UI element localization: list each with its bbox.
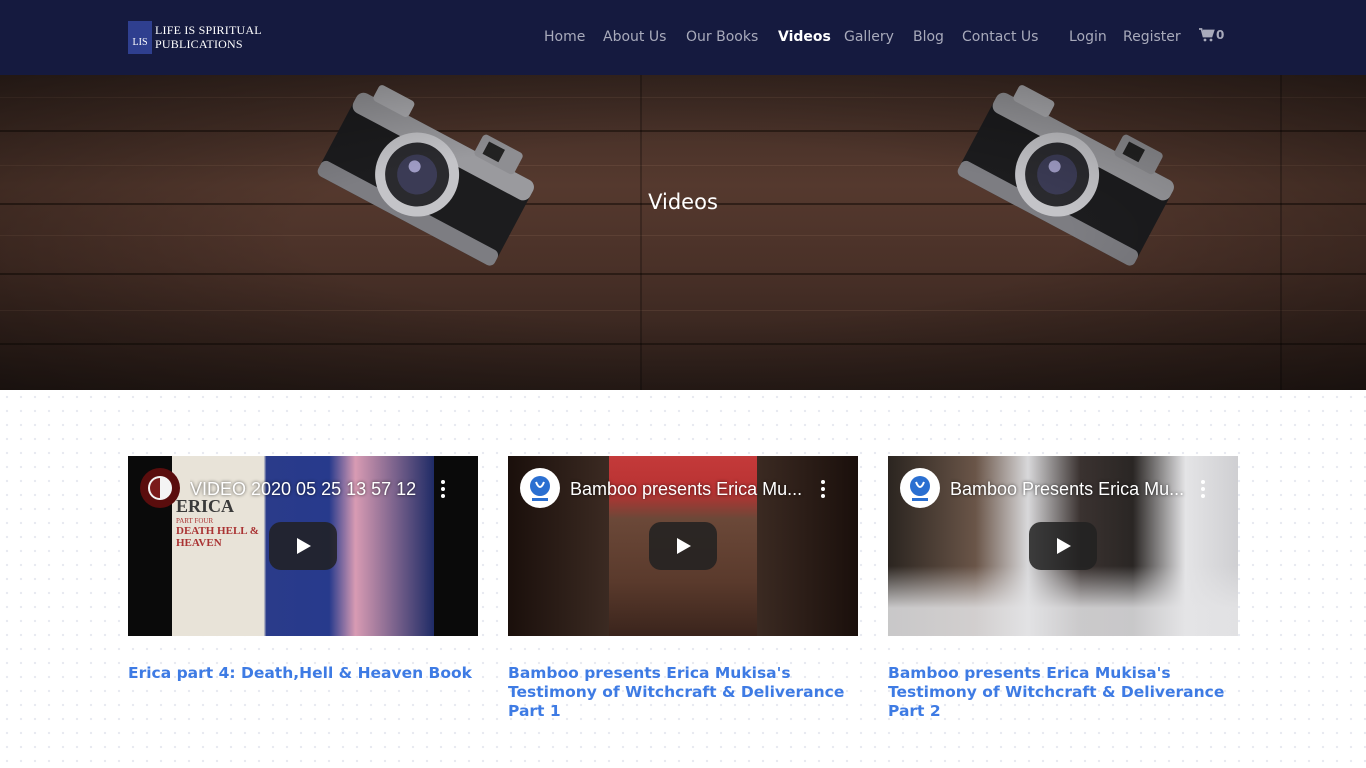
book-words: DEATH HELL & HEAVEN: [176, 525, 259, 549]
video-card: Bamboo Presents Erica Mu... Bamboo prese…: [888, 456, 1238, 721]
play-icon: [297, 538, 311, 554]
channel-avatar[interactable]: [900, 468, 940, 508]
video-caption-link[interactable]: Bamboo presents Erica Mukisa's Testimony…: [508, 664, 858, 721]
thumbnail-shade: [888, 566, 1238, 636]
nav-register[interactable]: Register: [1123, 26, 1181, 48]
shopping-cart-icon: [1199, 28, 1215, 42]
video-title[interactable]: Bamboo Presents Erica Mu...: [950, 478, 1190, 500]
video-player[interactable]: ERICA PART FOUR DEATH HELL & HEAVEN VIDE…: [128, 456, 478, 636]
video-card: Bamboo presents Erica Mu... Bamboo prese…: [508, 456, 858, 721]
more-options-icon[interactable]: [820, 480, 826, 498]
video-player[interactable]: Bamboo presents Erica Mu...: [508, 456, 858, 636]
logo-text: LIFE IS SPIRITUAL PUBLICATIONS: [155, 23, 262, 51]
nav-login[interactable]: Login: [1069, 26, 1107, 48]
logo-line-2: PUBLICATIONS: [155, 37, 243, 51]
logo-mark: LIS: [128, 20, 152, 54]
page-title: Videos: [648, 190, 718, 214]
video-card: ERICA PART FOUR DEATH HELL & HEAVEN VIDE…: [128, 456, 478, 683]
nav-videos[interactable]: Videos: [778, 26, 831, 48]
page-hero: Videos: [0, 75, 1366, 390]
channel-avatar[interactable]: [140, 468, 180, 508]
play-icon: [677, 538, 691, 554]
nav-about-us[interactable]: About Us: [603, 26, 666, 48]
video-title[interactable]: VIDEO 2020 05 25 13 57 12: [190, 478, 430, 500]
videos-section: ERICA PART FOUR DEATH HELL & HEAVEN VIDE…: [0, 390, 1366, 768]
play-icon: [1057, 538, 1071, 554]
cart-button[interactable]: 0: [1199, 28, 1224, 42]
channel-avatar[interactable]: [520, 468, 560, 508]
book-cover: ERICA PART FOUR DEATH HELL & HEAVEN: [176, 496, 264, 549]
video-player[interactable]: Bamboo Presents Erica Mu...: [888, 456, 1238, 636]
nav-gallery[interactable]: Gallery: [844, 26, 894, 48]
logo-line-1: LIFE IS SPIRITUAL: [155, 23, 262, 37]
site-header: LIS LIFE IS SPIRITUAL PUBLICATIONS Home …: [0, 0, 1366, 75]
channel-avatar-icon: [148, 476, 172, 500]
play-button[interactable]: [649, 522, 717, 570]
nav-contact-us[interactable]: Contact Us: [962, 26, 1038, 48]
world-share-logo-icon: [530, 476, 550, 501]
more-options-icon[interactable]: [440, 480, 446, 498]
nav-our-books[interactable]: Our Books: [686, 26, 758, 48]
nav-home[interactable]: Home: [544, 26, 585, 48]
more-options-icon[interactable]: [1200, 480, 1206, 498]
hero-vignette: [0, 75, 1366, 390]
book-subtitle: PART FOUR: [176, 517, 214, 525]
cart-count: 0: [1216, 28, 1225, 42]
video-title[interactable]: Bamboo presents Erica Mu...: [570, 478, 810, 500]
video-caption-link[interactable]: Bamboo presents Erica Mukisa's Testimony…: [888, 664, 1238, 721]
world-share-logo-icon: [910, 476, 930, 501]
site-logo[interactable]: LIS LIFE IS SPIRITUAL PUBLICATIONS: [128, 20, 262, 54]
play-button[interactable]: [269, 522, 337, 570]
nav-blog[interactable]: Blog: [913, 26, 944, 48]
play-button[interactable]: [1029, 522, 1097, 570]
video-caption-link[interactable]: Erica part 4: Death,Hell & Heaven Book: [128, 664, 478, 683]
